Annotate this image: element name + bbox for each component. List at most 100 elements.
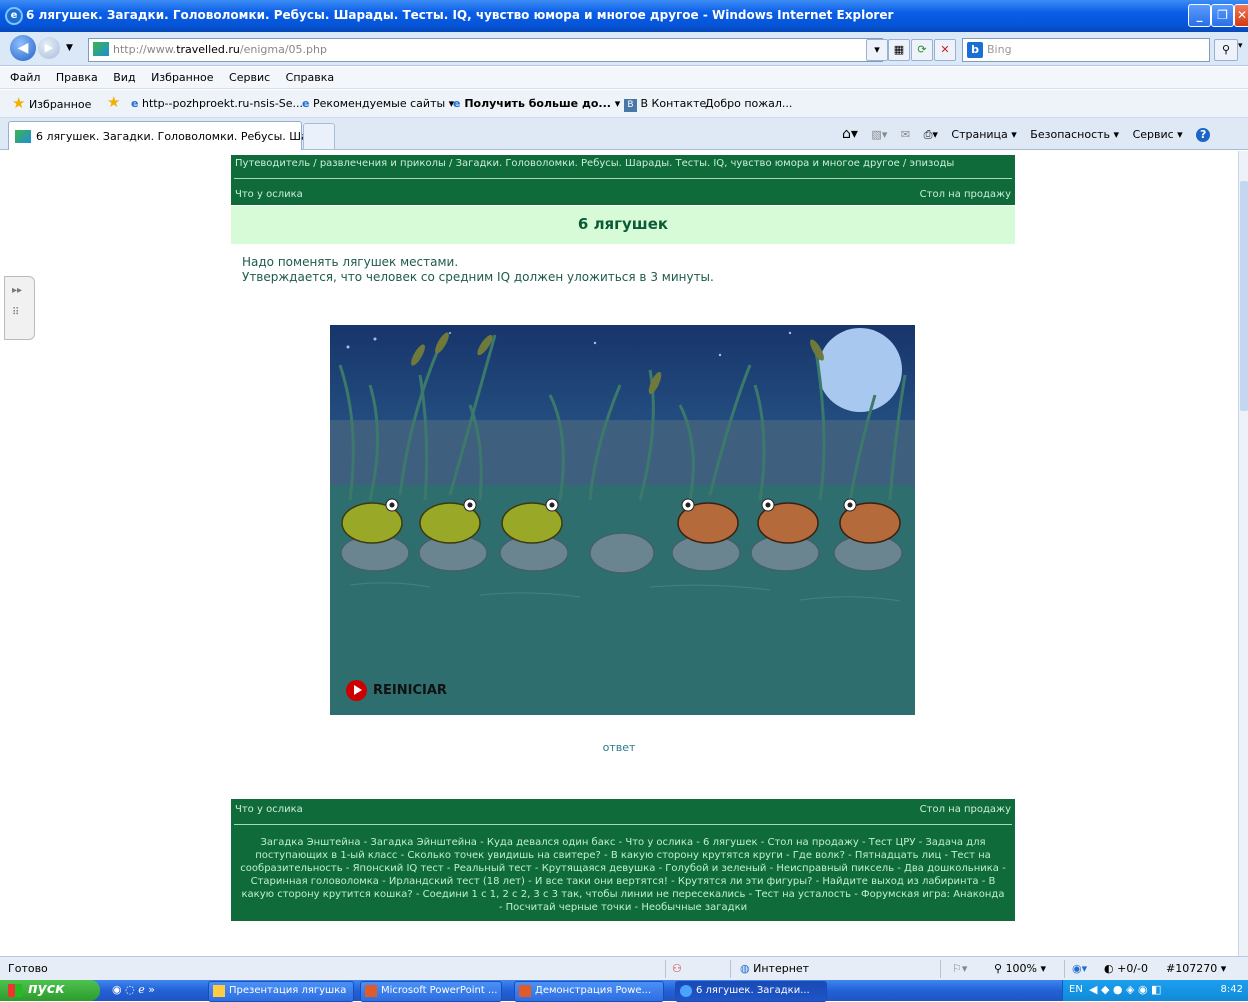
address-bar[interactable]: http://www.travelled.ru/enigma/05.php [88,38,883,62]
restart-button[interactable]: REINICIAR [346,680,447,701]
close-window-button[interactable]: ✕ [1234,4,1248,27]
rating-counter: ◐ +0/-0 [1104,962,1148,975]
taskbar-item-browser[interactable]: 6 лягушек. Загадки... [675,981,827,1002]
folder-icon [213,985,225,997]
menu-bar: Файл Правка Вид Избранное Сервис Справка [0,67,1248,89]
divider [234,824,1012,825]
addon-icon[interactable]: ◉▾ [1072,962,1087,975]
prev-episode-link[interactable]: Что у ослика [235,189,303,200]
command-bar: ⌂▾ ▧▾ ✉ ⎙▾ Страница ▾ Безопасность ▾ Сер… [842,126,1220,142]
recent-pages-dropdown-icon[interactable]: ▼ [66,43,73,53]
start-button[interactable]: пуск [0,980,100,1001]
heading-box: 6 лягушек [231,206,1015,244]
side-panel-handle[interactable]: ▸▸ ⠿ [4,276,35,340]
safety-menu[interactable]: Безопасность ▾ [1030,128,1119,141]
favorites-label: Избранное [28,98,92,111]
menu-tools[interactable]: Сервис [229,71,270,84]
scrollbar-thumb[interactable] [1240,181,1248,411]
tools-menu[interactable]: Сервис ▾ [1133,128,1183,141]
address-url: http://www.travelled.ru/enigma/05.php [113,43,327,56]
back-button[interactable]: ◀ [10,35,36,61]
vertical-scrollbar[interactable] [1238,151,1248,956]
search-icon[interactable]: ⚲ [1214,39,1238,61]
description-line: Утверждается, что человек со средним IQ … [242,270,714,284]
answer-link[interactable]: ответ [0,741,1238,754]
internet-explorer-icon [680,985,692,997]
read-mail-icon[interactable]: ✉ [901,128,910,141]
site-favicon [93,42,109,56]
pond-scene [330,325,915,715]
vk-icon: В [624,99,637,112]
language-indicator[interactable]: EN [1069,984,1083,995]
breadcrumb[interactable]: Путеводитель / развлечения и приколы / З… [235,158,954,169]
top-navigation-box: Путеводитель / развлечения и приколы / З… [231,155,1015,205]
green-frogs[interactable] [341,498,563,544]
favorite-vkontakte[interactable]: В В Контакте [624,97,706,112]
favorite-welcome[interactable]: Добро пожал... [705,97,792,110]
refresh-icon[interactable]: ⟳ [911,39,933,61]
ie-page-icon: e [302,97,310,110]
zoom-control[interactable]: ⚲ 100% ▾ [994,962,1046,975]
footer-next-link[interactable]: Стол на продажу [920,804,1011,815]
footer-prev-link[interactable]: Что у ослика [235,804,303,815]
protected-mode-icon[interactable]: ⚐▾ [952,962,967,975]
menu-favorites[interactable]: Избранное [151,71,213,84]
expand-arrows-icon: ▸▸ [12,285,23,296]
puzzle-description: Надо поменять лягушек местами. Утверждае… [242,255,714,285]
taskbar-item-slideshow[interactable]: Демонстрация Powe... [514,981,664,1002]
puzzle-links-list[interactable]: Загадка Энштейна - Загадка Эйнштейна - К… [239,836,1007,914]
windows-logo-icon [8,984,22,997]
search-options-icon[interactable]: ▾ [1238,41,1243,51]
powerpoint-icon [519,985,531,997]
zone-indicator[interactable]: ◍ Интернет [740,962,809,975]
add-favorite-icon[interactable]: ★ [107,93,120,111]
print-icon[interactable]: ⎙▾ [924,128,938,141]
home-icon[interactable]: ⌂▾ [842,126,858,142]
play-icon [346,680,367,701]
clock[interactable]: 8:42 [1221,984,1243,995]
footer-links-box: Что у ослика Стол на продажу Загадка Энш… [231,799,1015,921]
moon [818,328,902,412]
tray-icons[interactable]: ◀ ◆ ● ◈ ◉ ◧ [1089,983,1161,996]
favorites-button[interactable]: ★ Избранное [12,94,91,112]
site-favicon [15,130,31,143]
menu-help[interactable]: Справка [286,71,334,84]
globe-icon: ◍ [740,962,750,975]
feeds-icon[interactable]: ▧▾ [871,128,887,141]
favorite-get-more-addons[interactable]: e Получить больше до... ▾ [453,97,620,110]
menu-view[interactable]: Вид [113,71,135,84]
favorite-link-pozhproekt[interactable]: e http--pozhproekt.ru-nsis-Se... [131,97,303,110]
frog-puzzle-game[interactable]: REINICIAR [330,325,915,715]
stop-icon[interactable]: ✕ [934,39,956,61]
search-box[interactable]: b Bing [962,38,1210,62]
bing-icon: b [967,42,983,58]
description-line: Надо поменять лягушек местами. [242,255,459,269]
taskbar-item-presentation-folder[interactable]: Презентация лягушка [208,981,354,1002]
grip-icon: ⠿ [12,307,19,318]
help-icon[interactable]: ? [1196,128,1211,142]
page-menu[interactable]: Страница ▾ [951,128,1016,141]
minimize-button[interactable]: _ [1188,4,1211,27]
privacy-icon[interactable]: ⚇ [672,962,682,975]
tab-current[interactable]: 6 лягушек. Загадки. Головоломки. Ребусы.… [8,121,332,150]
compatibility-view-icon[interactable]: ▦ [888,39,910,61]
window-title-bar[interactable]: e 6 лягушек. Загадки. Головоломки. Ребус… [0,0,1248,32]
quick-launch-icons[interactable]: ◉ ◌ ℯ » [112,983,155,996]
forward-button[interactable]: ▶ [38,37,60,59]
favorite-recommended-sites[interactable]: e Рекомендуемые сайты ▾ [302,97,454,110]
taskbar-item-powerpoint[interactable]: Microsoft PowerPoint ... [360,981,502,1002]
maximize-button[interactable]: ❐ [1211,4,1234,27]
tab-label: 6 лягушек. Загадки. Головоломки. Ребусы.… [36,130,333,143]
menu-file[interactable]: Файл [10,71,40,84]
menu-edit[interactable]: Правка [56,71,98,84]
tab-bar: 6 лягушек. Загадки. Головоломки. Ребусы.… [0,118,1248,150]
powerpoint-icon [365,985,377,997]
next-episode-link[interactable]: Стол на продажу [920,189,1011,200]
favorites-star-icon: ★ [12,94,26,112]
window-title: 6 лягушек. Загадки. Головоломки. Ребусы.… [26,8,894,22]
site-id[interactable]: #107270 ▾ [1166,962,1226,975]
new-tab-button[interactable] [303,123,335,150]
address-dropdown-icon[interactable]: ▾ [866,39,888,61]
divider [234,178,1012,179]
brown-frogs[interactable] [677,498,901,544]
